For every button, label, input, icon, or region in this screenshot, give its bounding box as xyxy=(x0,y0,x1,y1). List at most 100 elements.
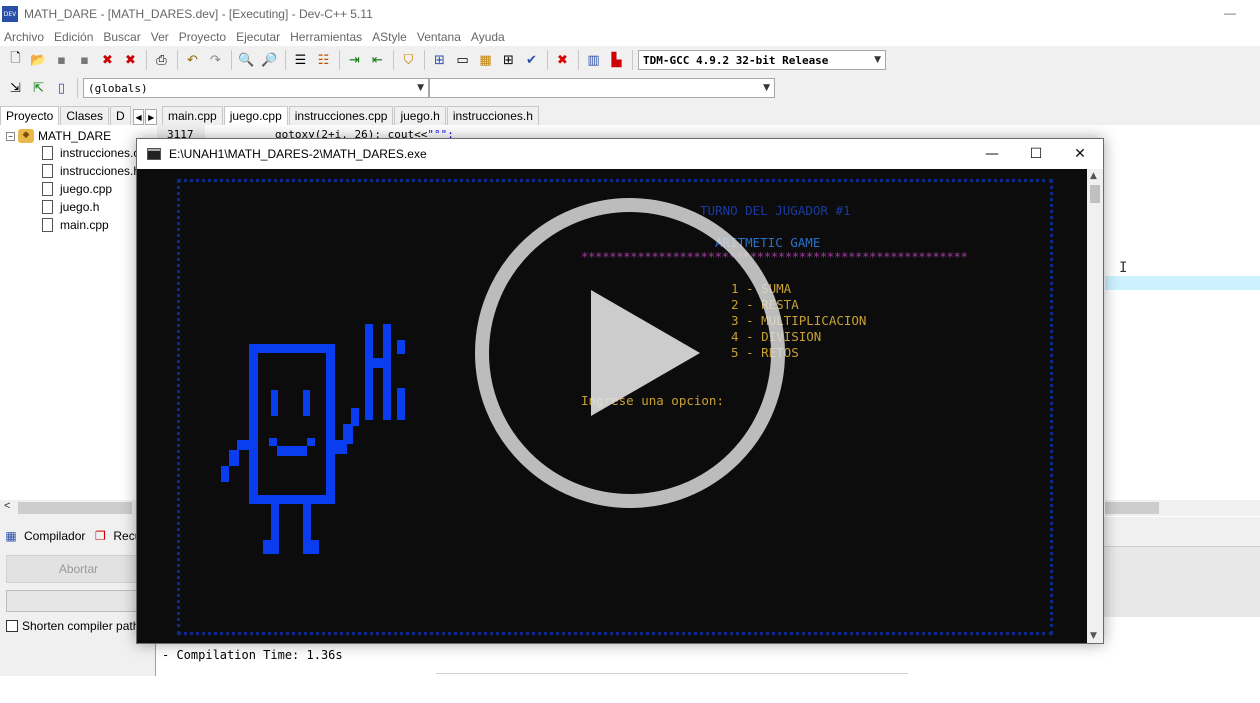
abort-button[interactable]: Abortar xyxy=(6,555,151,583)
collapse-icon[interactable]: − xyxy=(6,131,15,141)
toggle-bookmark-icon[interactable]: ⇱ xyxy=(29,79,48,98)
tab-clases[interactable]: Clases xyxy=(60,106,110,125)
tab-instrucciones-h[interactable]: instrucciones.h xyxy=(446,106,539,125)
project-options-icon[interactable]: ⛉ xyxy=(399,51,418,70)
log-scrollbar[interactable] xyxy=(436,673,908,676)
open-icon[interactable]: 📂 xyxy=(29,51,48,70)
goto-bookmark-icon[interactable]: ▯ xyxy=(52,79,71,98)
tab-proyecto[interactable]: Proyecto xyxy=(0,106,60,125)
toolbar-separator xyxy=(146,50,147,70)
new-file-icon[interactable]: 🗋 xyxy=(6,51,25,70)
tab-compilador-label: Compilador xyxy=(24,529,86,543)
menu-proyecto[interactable]: Proyecto xyxy=(175,30,230,44)
minimize-icon[interactable]: — xyxy=(1224,6,1236,20)
close-all-icon[interactable]: ✖ xyxy=(121,51,140,70)
shorten-paths-option[interactable]: Shorten compiler paths xyxy=(6,619,145,633)
chevron-right-icon[interactable]: ▶ xyxy=(145,109,157,125)
minimize-button[interactable]: — xyxy=(970,139,1014,169)
stop-execution-icon[interactable]: ✖ xyxy=(553,51,572,70)
save-all-icon[interactable]: ▪ xyxy=(75,51,94,70)
remove-from-project-icon[interactable]: ⇤ xyxy=(368,51,387,70)
toolbar-separator xyxy=(393,50,394,70)
console-titlebar[interactable]: E:\UNAH1\MATH_DARES-2\MATH_DARES.exe — ☐… xyxy=(137,139,1103,169)
secondary-toolbar: ⇲ ⇱ ▯ (globals) ▼ ▼ xyxy=(0,75,790,101)
chevron-down-icon: ▼ xyxy=(874,55,881,65)
toolbar-separator xyxy=(339,50,340,70)
bookmark-icon[interactable]: ☷ xyxy=(314,51,333,70)
compile-run-icon[interactable]: ▦ xyxy=(476,51,495,70)
scrollbar-thumb[interactable] xyxy=(1090,185,1100,203)
add-to-project-icon[interactable]: ⇥ xyxy=(345,51,364,70)
tab-debug[interactable]: D xyxy=(110,106,131,125)
console-scrollbar[interactable]: ▲ ▼ xyxy=(1087,169,1103,643)
menu-herramientas[interactable]: Herramientas xyxy=(286,30,366,44)
chevron-left-icon[interactable]: ◀ xyxy=(132,109,145,125)
tab-compilador[interactable]: ▦ Compilador xyxy=(0,529,89,543)
close-file-icon[interactable]: ✖ xyxy=(98,51,117,70)
resources-icon: ❐ xyxy=(94,529,106,543)
profile-icon[interactable]: ▥ xyxy=(584,51,603,70)
file-label: juego.cpp xyxy=(60,182,113,196)
chevron-left-icon[interactable]: < xyxy=(4,500,10,512)
chevron-down-icon: ▼ xyxy=(763,83,770,93)
save-icon[interactable]: ▪ xyxy=(52,51,71,70)
replace-icon[interactable]: 🔎 xyxy=(260,51,279,70)
maximize-button[interactable]: ☐ xyxy=(1014,139,1058,169)
bottom-tabs-strip xyxy=(1104,517,1260,547)
toolbar-separator xyxy=(77,78,78,98)
undo-icon[interactable]: ↶ xyxy=(183,51,202,70)
project-icon: ◆ xyxy=(18,129,34,143)
member-select[interactable]: ▼ xyxy=(429,78,775,98)
menu-archivo[interactable]: Archivo xyxy=(0,30,48,44)
editor-scrollbar[interactable] xyxy=(1105,500,1260,516)
menu-ver[interactable]: Ver xyxy=(147,30,173,44)
shorten-paths-checkbox[interactable] xyxy=(6,620,18,632)
play-icon[interactable] xyxy=(471,195,789,511)
insert-icon[interactable]: ⇲ xyxy=(6,79,25,98)
bottom-tabs: ▦ Compilador ❐ Recursos xyxy=(0,525,164,547)
scrollbar-thumb[interactable] xyxy=(18,502,132,514)
toolbar-separator xyxy=(231,50,232,70)
menu-buscar[interactable]: Buscar xyxy=(99,30,144,44)
project-tree-scrollbar[interactable]: < xyxy=(0,500,157,516)
goto-line-icon[interactable]: ☰ xyxy=(291,51,310,70)
scope-select[interactable]: (globals) ▼ xyxy=(83,78,429,98)
chevron-up-icon[interactable]: ▲ xyxy=(1090,171,1097,181)
chevron-down-icon[interactable]: ▼ xyxy=(1090,631,1097,641)
tab-juego-h[interactable]: juego.h xyxy=(394,106,446,125)
redo-icon[interactable]: ↷ xyxy=(206,51,225,70)
print-icon[interactable]: ⎙ xyxy=(152,51,171,70)
scope-select-value: (globals) xyxy=(88,81,148,95)
menu-ayuda[interactable]: Ayuda xyxy=(467,30,509,44)
tree-file[interactable]: juego.cpp xyxy=(42,182,112,196)
compiler-select[interactable]: TDM-GCC 4.9.2 32-bit Release ▼ xyxy=(638,50,886,70)
file-icon xyxy=(42,218,53,232)
close-button[interactable]: ✕ xyxy=(1058,139,1102,169)
tab-instrucciones-cpp[interactable]: instrucciones.cpp xyxy=(288,106,394,125)
shorten-paths-label: Shorten compiler paths xyxy=(22,619,146,633)
tree-file[interactable]: instrucciones.h xyxy=(42,164,140,178)
tab-juego-cpp[interactable]: juego.cpp xyxy=(223,106,288,125)
delete-profile-icon[interactable]: ▙ xyxy=(607,51,626,70)
main-toolbar: 🗋 📂 ▪ ▪ ✖ ✖ ⎙ ↶ ↷ 🔍 🔎 ☰ ☷ ⇥ ⇤ ⛉ ⊞ ▭ ▦ ⊞ … xyxy=(0,47,930,73)
find-icon[interactable]: 🔍 xyxy=(237,51,256,70)
tree-file[interactable]: juego.h xyxy=(42,200,99,214)
run-icon[interactable]: ▭ xyxy=(453,51,472,70)
toolbar-separator xyxy=(285,50,286,70)
compile-icon[interactable]: ⊞ xyxy=(430,51,449,70)
file-label: main.cpp xyxy=(60,218,109,232)
rebuild-all-icon[interactable]: ⊞ xyxy=(499,51,518,70)
grid-icon: ▦ xyxy=(5,529,17,543)
toolbar-separator xyxy=(424,50,425,70)
tab-main-cpp[interactable]: main.cpp xyxy=(162,106,223,125)
scrollbar-thumb[interactable] xyxy=(1105,502,1159,514)
menu-astyle[interactable]: AStyle xyxy=(368,30,411,44)
menu-edicion[interactable]: Edición xyxy=(50,30,97,44)
tree-root[interactable]: − ◆ MATH_DARE xyxy=(6,129,111,143)
menu-ejecutar[interactable]: Ejecutar xyxy=(232,30,284,44)
compile-progress-bar xyxy=(6,590,151,612)
menu-ventana[interactable]: Ventana xyxy=(413,30,465,44)
toolbar-separator xyxy=(547,50,548,70)
tree-file[interactable]: main.cpp xyxy=(42,218,109,232)
syntax-check-icon[interactable]: ✔ xyxy=(522,51,541,70)
